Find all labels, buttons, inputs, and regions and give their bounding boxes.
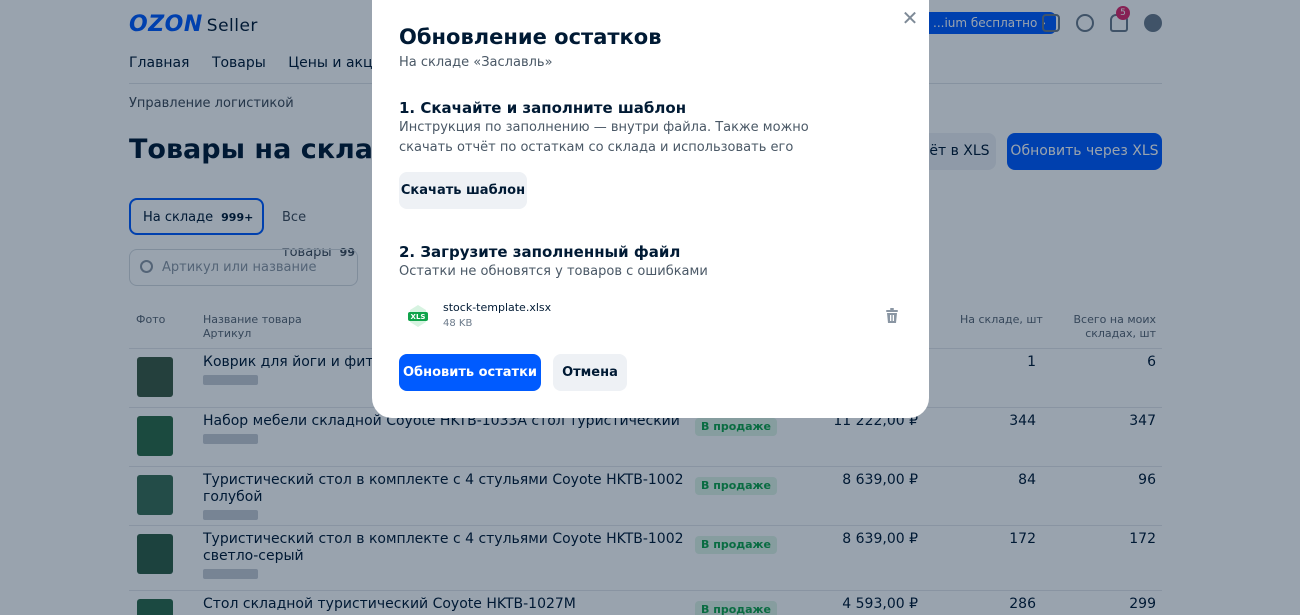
file-size: 48 KB bbox=[443, 318, 473, 329]
step2-text: Остатки не обновятся у товаров с ошибкам… bbox=[399, 264, 708, 279]
update-stock-modal: ✕ Обновление остатков На складе «Заславл… bbox=[372, 0, 929, 418]
step2-title: 2. Загрузите заполненный файл bbox=[399, 243, 681, 261]
update-stock-button[interactable]: Обновить остатки bbox=[399, 354, 541, 391]
step1-title: 1. Скачайте и заполните шаблон bbox=[399, 99, 687, 117]
cancel-button[interactable]: Отмена bbox=[553, 354, 627, 391]
modal-subtitle: На складе «Заславль» bbox=[399, 55, 553, 70]
xls-file-icon: XLS bbox=[408, 305, 428, 327]
step1-text: Инструкция по заполнению — внутри файла.… bbox=[399, 120, 809, 155]
modal-title: Обновление остатков bbox=[399, 25, 662, 49]
trash-icon[interactable] bbox=[883, 307, 901, 325]
download-template-button[interactable]: Скачать шаблон bbox=[399, 172, 527, 209]
uploaded-file-card[interactable]: XLS stock-template.xlsx 48 KB bbox=[397, 294, 551, 338]
xls-icon-label: XLS bbox=[411, 313, 426, 321]
file-name: stock-template.xlsx bbox=[443, 301, 552, 314]
close-icon[interactable]: ✕ bbox=[901, 8, 919, 28]
